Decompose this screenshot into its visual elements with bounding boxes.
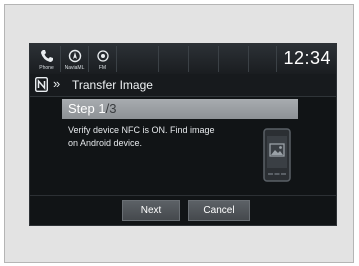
step-current: Step 1 [68,101,106,116]
navi-shortcut-label: NaviaML [64,65,85,71]
phone-shortcut-label: Phone [39,65,54,71]
step-text: Step 1/3 [68,101,116,116]
instructions-text: Verify device NFC is ON. Find image on A… [68,124,258,150]
instruction-line: on Android device. [68,138,143,148]
double-chevron-right-icon: » [53,76,61,91]
page-title: Transfer Image [72,78,153,92]
cancel-button[interactable]: Cancel [188,200,250,221]
navi-icon [68,49,82,63]
fm-shortcut-label: FM [98,65,107,71]
nfc-icon [35,77,48,92]
step-total: /3 [105,101,117,116]
smartphone-image-icon [263,128,291,182]
page: Phone NaviaML FM 12:34 » Transfer Image … [0,0,359,266]
fm-shortcut-button[interactable]: FM [89,46,117,72]
fm-icon [97,50,109,62]
phone-icon [41,50,53,62]
status-divider [188,46,189,72]
status-divider [158,46,159,72]
status-bar: Phone NaviaML FM 12:34 [30,44,336,74]
clock: 12:34 [283,48,331,68]
status-divider [248,46,249,72]
navi-shortcut-button[interactable]: NaviaML [61,46,89,72]
status-divider [218,46,219,72]
infotainment-screen: Phone NaviaML FM 12:34 » Transfer Image … [29,43,337,226]
title-bar: » Transfer Image [30,74,336,97]
step-indicator: Step 1/3 [62,99,298,119]
button-divider [30,195,336,196]
next-button[interactable]: Next [122,200,180,221]
status-divider [276,46,277,72]
instruction-line: Verify device NFC is ON. Find image [68,125,215,135]
phone-shortcut-button[interactable]: Phone [33,46,61,72]
